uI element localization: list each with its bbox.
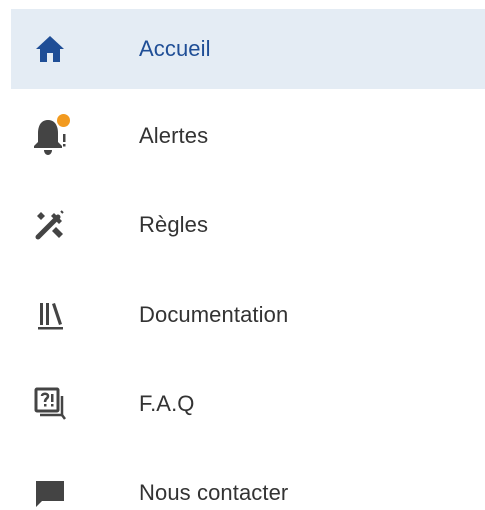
sidebar-nav: Accueil Alertes Règles Documentation F.A… [0, 0, 485, 510]
nav-item-label: Alertes [139, 123, 209, 148]
nav-item-regles[interactable]: Règles [11, 185, 485, 265]
faq-icon [28, 382, 72, 426]
nav-item-label: Nous contacter [139, 480, 289, 505]
nav-item-accueil[interactable]: Accueil [11, 9, 485, 89]
nav-item-label: Règles [139, 212, 209, 237]
nav-item-contact[interactable]: Nous contacter [11, 453, 485, 510]
bell-icon [28, 114, 72, 158]
nav-item-faq[interactable]: F.A.Q [11, 364, 485, 444]
notification-dot [57, 114, 70, 127]
nav-item-documentation[interactable]: Documentation [11, 275, 485, 355]
tools-icon [28, 203, 72, 247]
nav-item-label: Accueil [139, 36, 211, 61]
chat-icon [28, 471, 72, 510]
nav-item-alertes[interactable]: Alertes [11, 96, 485, 176]
library-icon [28, 293, 72, 337]
home-icon [28, 27, 72, 71]
nav-item-label: Documentation [139, 302, 289, 327]
nav-item-label: F.A.Q [139, 391, 195, 416]
